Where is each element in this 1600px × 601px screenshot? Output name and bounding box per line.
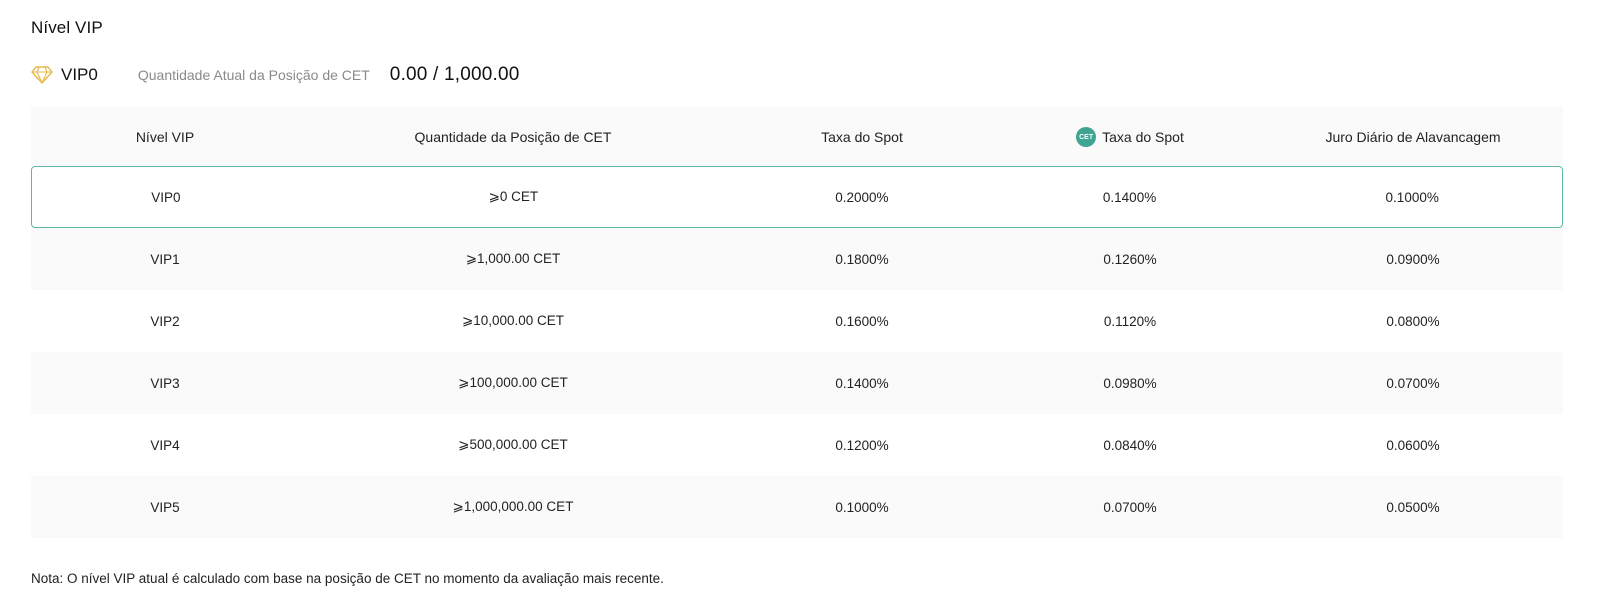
diamond-icon	[31, 65, 53, 85]
table-row-vip3: VIP3 ⩾100,000.00 CET 0.1400% 0.0980% 0.0…	[31, 352, 1563, 414]
current-vip-level: VIP0	[61, 65, 98, 84]
cell-vip-level: VIP3	[150, 375, 180, 391]
cet-coin-icon: CET	[1076, 127, 1097, 148]
cell-vip-level: VIP1	[150, 251, 180, 267]
cell-vip-level: VIP0	[151, 189, 181, 205]
table-row-vip2: VIP2 ⩾10,000.00 CET 0.1600% 0.1120% 0.08…	[31, 290, 1563, 352]
cell-spot-fee: 0.2000%	[835, 189, 889, 205]
cell-vip-level: VIP5	[150, 499, 180, 515]
cell-cet-spot-fee: 0.1260%	[1103, 251, 1157, 267]
current-vip-status: VIP0 Quantidade Atual da Posição de CET …	[31, 62, 520, 88]
cell-spot-fee: 0.1400%	[835, 375, 889, 391]
cell-cet-position: ⩾10,000.00 CET	[461, 313, 565, 328]
cell-cet-position: ⩾0 CET	[488, 189, 539, 204]
cell-margin-interest: 0.0800%	[1386, 313, 1440, 329]
column-header-margin-interest: Juro Diário de Alavancagem	[1325, 128, 1501, 145]
cell-cet-position: ⩾1,000.00 CET	[465, 251, 561, 266]
position-label: Quantidade Atual da Posição de CET	[137, 67, 370, 83]
footnote: Nota: O nível VIP atual é calculado com …	[31, 571, 664, 586]
cell-cet-spot-fee: 0.0980%	[1103, 375, 1157, 391]
position-value: 0.00 / 1,000.00	[389, 64, 520, 85]
cell-cet-spot-fee: 0.1400%	[1102, 189, 1157, 205]
table-header: Nível VIP Quantidade da Posição de CET T…	[31, 107, 1563, 166]
column-header-spot-fee: Taxa do Spot	[821, 128, 903, 145]
table-row-vip1: VIP1 ⩾1,000.00 CET 0.1800% 0.1260% 0.090…	[31, 228, 1563, 290]
cell-cet-spot-fee: 0.0700%	[1103, 499, 1157, 515]
cell-cet-position: ⩾1,000,000.00 CET	[452, 499, 574, 514]
cell-cet-position: ⩾100,000.00 CET	[458, 375, 568, 390]
cell-spot-fee: 0.1200%	[835, 437, 889, 453]
cell-cet-spot-fee: 0.0840%	[1103, 437, 1157, 453]
cell-spot-fee: 0.1800%	[835, 251, 889, 267]
cell-vip-level: VIP2	[150, 313, 180, 329]
column-header-vip-level: Nível VIP	[135, 128, 195, 145]
cell-spot-fee: 0.1000%	[835, 499, 889, 515]
cell-margin-interest: 0.1000%	[1385, 189, 1439, 205]
column-header-cet-spot-fee: CET Taxa do Spot	[997, 126, 1263, 148]
cell-margin-interest: 0.0500%	[1386, 499, 1440, 515]
table-row-vip0: VIP0 ⩾0 CET 0.2000% 0.1400% 0.1000%	[31, 166, 1563, 228]
cell-cet-spot-fee: 0.1120%	[1103, 313, 1157, 329]
page-title: Nível VIP	[31, 18, 103, 37]
cell-vip-level: VIP4	[150, 437, 180, 453]
table-row-vip5: VIP5 ⩾1,000,000.00 CET 0.1000% 0.0700% 0…	[31, 476, 1563, 538]
column-header-cet-spot-fee-label: Taxa do Spot	[1102, 129, 1184, 146]
cell-margin-interest: 0.0900%	[1386, 251, 1440, 267]
column-header-cet-position: Quantidade da Posição de CET	[414, 128, 612, 145]
vip-level-table: Nível VIP Quantidade da Posição de CET T…	[31, 107, 1563, 538]
cell-cet-position: ⩾500,000.00 CET	[458, 437, 568, 452]
cell-spot-fee: 0.1600%	[835, 313, 889, 329]
cell-margin-interest: 0.0600%	[1386, 437, 1440, 453]
cell-margin-interest: 0.0700%	[1386, 375, 1440, 391]
table-row-vip4: VIP4 ⩾500,000.00 CET 0.1200% 0.0840% 0.0…	[31, 414, 1563, 476]
